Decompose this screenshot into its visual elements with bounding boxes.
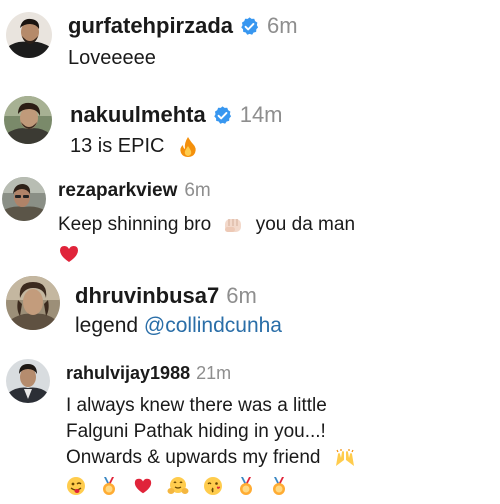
- avatar[interactable]: [6, 359, 50, 403]
- username[interactable]: gurfatehpirzada: [68, 13, 233, 39]
- comment-body: 13 is EPIC: [70, 135, 198, 158]
- comment-header: gurfatehpirzada 6m: [68, 13, 298, 39]
- fist-bump-icon: [222, 215, 244, 235]
- verified-badge-icon: [212, 105, 233, 126]
- comment-header: nakuulmehta 14m: [70, 102, 283, 128]
- comment-body: Keep shinning bro you da man: [58, 210, 355, 268]
- raising-hands-icon: [334, 448, 356, 468]
- comment-text: Loveeeee: [68, 47, 156, 69]
- timestamp: 6m: [226, 283, 257, 308]
- username[interactable]: rezaparkview: [58, 180, 177, 202]
- avatar[interactable]: [4, 96, 52, 144]
- winking-tongue-face-icon: [66, 476, 86, 496]
- fire-icon: [178, 136, 198, 158]
- mention-link[interactable]: @collindcunha: [144, 314, 282, 337]
- comment-body: legend @collindcunha: [75, 314, 282, 338]
- kissing-face-icon: [203, 476, 223, 496]
- avatar[interactable]: [6, 12, 52, 58]
- medal-icon: [237, 476, 255, 496]
- comment-text: Keep shinning bro: [58, 214, 212, 235]
- comment-text: 13 is EPIC: [70, 135, 165, 157]
- username[interactable]: rahulvijay1988: [66, 363, 190, 384]
- comment-text-line: Onwards & upwards my friend: [66, 447, 321, 468]
- avatar[interactable]: [6, 276, 60, 330]
- username[interactable]: dhruvinbusa7: [75, 283, 219, 309]
- red-heart-icon: [58, 244, 80, 264]
- comment-text-continued: you da man: [255, 214, 356, 235]
- avatar[interactable]: [2, 177, 46, 221]
- comment-text-line: Falguni Pathak hiding in you...!: [66, 421, 326, 442]
- username[interactable]: nakuulmehta: [70, 102, 206, 128]
- timestamp: 6m: [184, 180, 211, 201]
- comment-header: dhruvinbusa7 6m: [75, 283, 257, 309]
- timestamp: 14m: [239, 102, 283, 127]
- red-heart-icon: [133, 476, 153, 496]
- medal-icon: [270, 476, 288, 496]
- comment-text: legend: [75, 314, 139, 337]
- comment-text-line: I always knew there was a little: [66, 395, 327, 416]
- comment-header: rezaparkview 6m: [58, 180, 211, 202]
- timestamp: 21m: [196, 363, 232, 383]
- timestamp: 6m: [267, 13, 298, 38]
- comment-header: rahulvijay1988 21m: [66, 363, 231, 384]
- comment-body: I always knew there was a little Falguni…: [66, 393, 356, 499]
- medal-icon: [100, 476, 118, 496]
- emoji-row: [66, 473, 356, 499]
- hugging-face-icon: [167, 476, 189, 496]
- verified-badge-icon: [239, 16, 260, 37]
